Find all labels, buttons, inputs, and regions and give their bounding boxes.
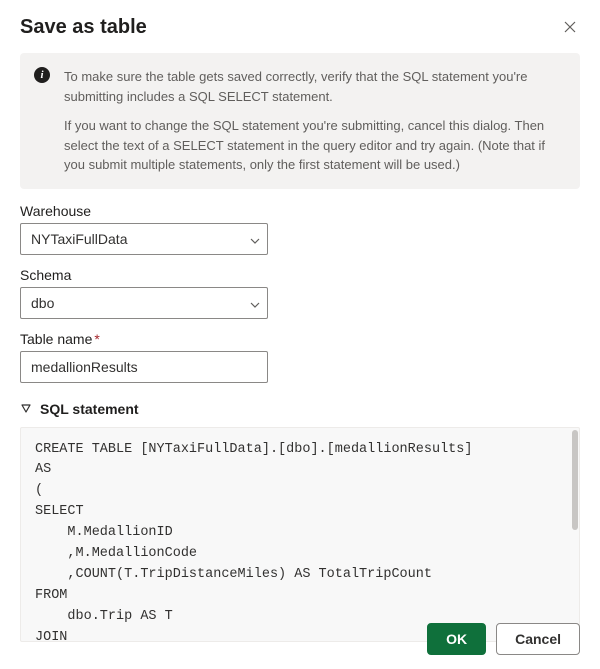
info-banner: i To make sure the table gets saved corr… <box>20 53 580 189</box>
tablename-input[interactable] <box>20 351 268 383</box>
dialog-title: Save as table <box>20 16 147 39</box>
required-indicator: * <box>94 331 99 347</box>
close-button[interactable] <box>560 17 580 39</box>
sql-section-header[interactable]: SQL statement <box>20 401 580 417</box>
info-text-2: If you want to change the SQL statement … <box>64 116 564 175</box>
sql-preview[interactable]: CREATE TABLE [NYTaxiFullData].[dbo].[med… <box>20 427 580 642</box>
ok-button[interactable]: OK <box>427 623 486 655</box>
schema-select[interactable] <box>20 287 268 319</box>
sql-label: SQL statement <box>40 401 139 417</box>
schema-label: Schema <box>20 267 580 283</box>
cancel-button[interactable]: Cancel <box>496 623 580 655</box>
warehouse-label: Warehouse <box>20 203 580 219</box>
info-icon: i <box>34 67 50 83</box>
sql-content: CREATE TABLE [NYTaxiFullData].[dbo].[med… <box>35 440 565 642</box>
warehouse-select[interactable] <box>20 223 268 255</box>
close-icon <box>564 20 576 36</box>
tablename-label: Table name* <box>20 331 580 347</box>
expand-icon <box>20 401 32 417</box>
info-text-1: To make sure the table gets saved correc… <box>64 67 564 106</box>
